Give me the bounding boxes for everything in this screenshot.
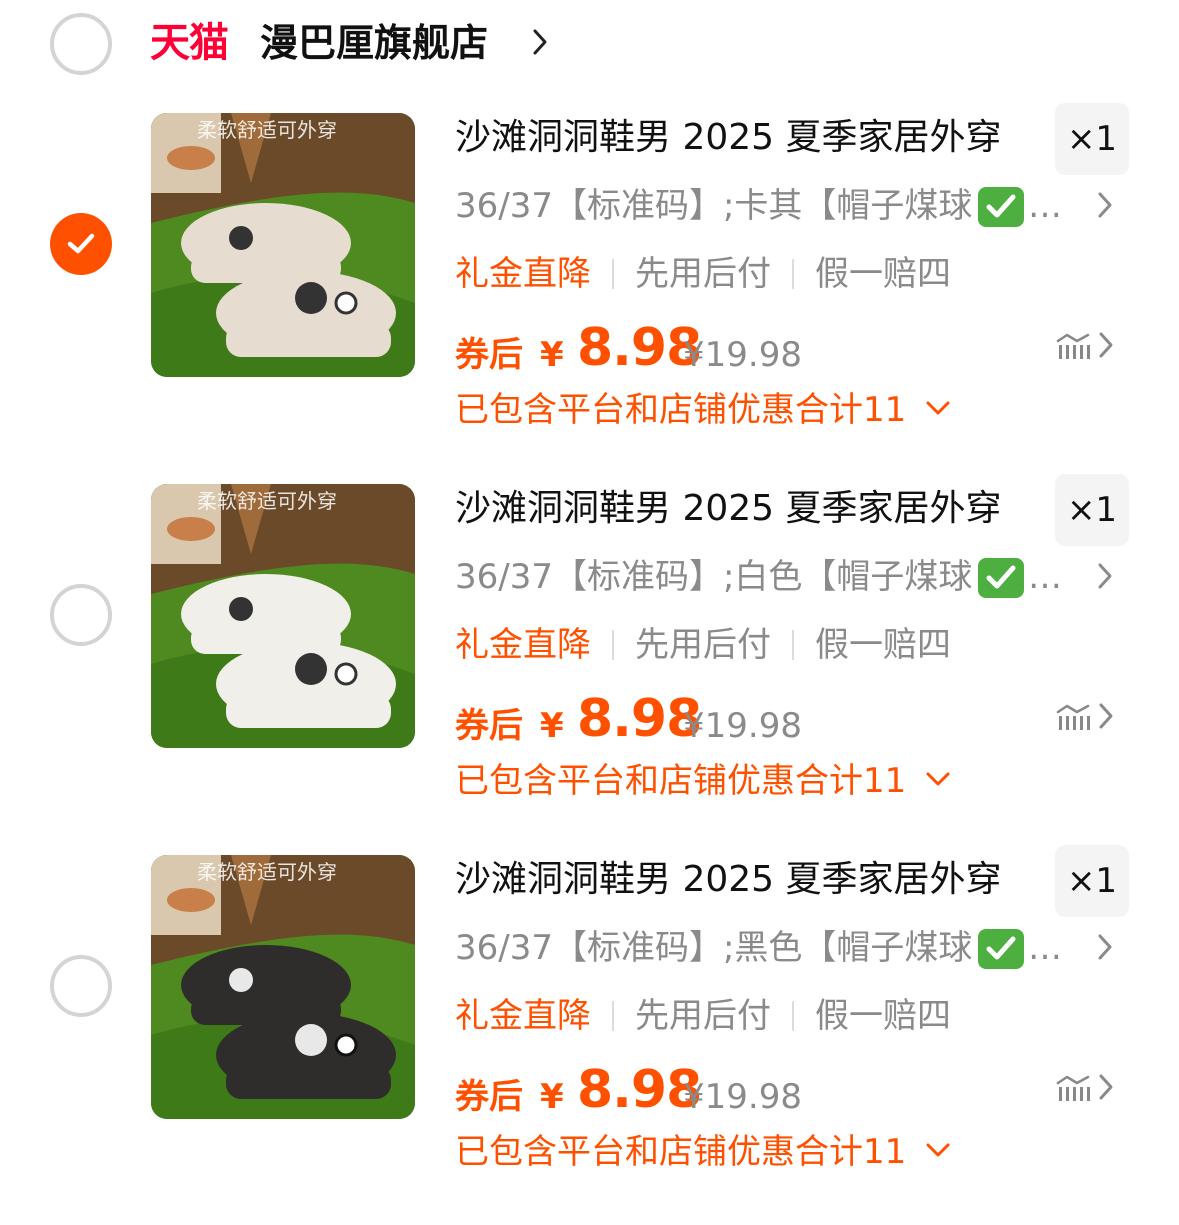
cart-item: 柔软舒适可外穿 沙滩洞洞鞋男 2025 夏季家居外穿 ×1 36/37【标准码】… (0, 103, 1179, 483)
cart-item: 柔软舒适可外穿 沙滩洞洞鞋男 2025 夏季家居外穿 ×1 36/37【标准码】… (0, 845, 1179, 1225)
original-price: ¥19.98 (683, 335, 802, 375)
tmall-logo: 天猫 (150, 20, 229, 66)
item-select-radio[interactable] (50, 584, 112, 646)
image-caption: 柔软舒适可外穿 (197, 118, 337, 142)
service-tags: 礼金直降 先用后付 假一赔四 (455, 251, 951, 297)
chevron-right-icon[interactable] (1098, 331, 1114, 359)
tag-pay-later: 先用后付 (635, 254, 771, 294)
service-tags: 礼金直降 先用后付 假一赔四 (455, 622, 951, 668)
chevron-right-icon[interactable] (1098, 702, 1114, 730)
tag-divider (792, 1001, 794, 1031)
sku-selector[interactable]: 36/37【标准码】;黑色【帽子煤球 (455, 926, 972, 970)
checkmark-icon (67, 233, 95, 254)
discount-detail-link[interactable]: 已包含平台和店铺优惠合计11 (455, 758, 906, 804)
original-price: ¥19.98 (683, 706, 802, 746)
price-trend-icon[interactable] (1055, 331, 1091, 361)
price-trend-icon[interactable] (1055, 702, 1091, 732)
image-caption: 柔软舒适可外穿 (197, 489, 337, 513)
tag-divider (792, 259, 794, 289)
chevron-down-icon[interactable] (925, 1142, 951, 1158)
currency-symbol: ¥ (540, 335, 564, 375)
chevron-right-icon[interactable] (532, 28, 548, 56)
item-select-radio[interactable] (50, 213, 112, 275)
tag-fake-compensation: 假一赔四 (815, 254, 951, 294)
product-image[interactable]: 柔软舒适可外穿 (151, 855, 415, 1119)
tag-pay-later: 先用后付 (635, 996, 771, 1036)
product-title-link[interactable]: 沙滩洞洞鞋男 2025 夏季家居外穿 (455, 857, 1002, 903)
tag-divider (612, 630, 614, 660)
tag-gift-cash: 礼金直降 (455, 625, 591, 665)
check-emoji-icon (978, 187, 1024, 227)
original-price: ¥19.98 (683, 1077, 802, 1117)
chevron-right-icon[interactable] (1097, 562, 1113, 590)
sku-ellipsis: … (1028, 186, 1062, 226)
check-emoji-icon (978, 929, 1024, 969)
shoe-bottom-sole (226, 694, 391, 728)
service-tags: 礼金直降 先用后付 假一赔四 (455, 993, 951, 1039)
image-caption: 柔软舒适可外穿 (197, 860, 337, 884)
sku-ellipsis: … (1028, 557, 1062, 597)
tag-gift-cash: 礼金直降 (455, 254, 591, 294)
chevron-right-icon[interactable] (1097, 191, 1113, 219)
sku-selector[interactable]: 36/37【标准码】;白色【帽子煤球 (455, 555, 972, 599)
cart-item: 柔软舒适可外穿 沙滩洞洞鞋男 2025 夏季家居外穿 ×1 36/37【标准码】… (0, 474, 1179, 854)
store-name-link[interactable]: 漫巴厘旗舰店 (260, 17, 488, 69)
tag-fake-compensation: 假一赔四 (815, 625, 951, 665)
quantity-button[interactable]: ×1 (1055, 474, 1129, 546)
shoe-bottom-sole (226, 1065, 391, 1099)
tag-pay-later: 先用后付 (635, 625, 771, 665)
sku-selector[interactable]: 36/37【标准码】;卡其【帽子煤球 (455, 184, 972, 228)
product-title-link[interactable]: 沙滩洞洞鞋男 2025 夏季家居外穿 (455, 486, 1002, 532)
chevron-down-icon[interactable] (925, 400, 951, 416)
chevron-down-icon[interactable] (925, 771, 951, 787)
product-title-link[interactable]: 沙滩洞洞鞋男 2025 夏季家居外穿 (455, 115, 1002, 161)
currency-symbol: ¥ (540, 706, 564, 746)
tag-divider (792, 630, 794, 660)
price-label: 券后 (455, 706, 523, 746)
check-emoji-icon (978, 558, 1024, 598)
quantity-button[interactable]: ×1 (1055, 103, 1129, 175)
tag-gift-cash: 礼金直降 (455, 996, 591, 1036)
tag-divider (612, 1001, 614, 1031)
currency-symbol: ¥ (540, 1077, 564, 1117)
product-image[interactable]: 柔软舒适可外穿 (151, 484, 415, 748)
tag-divider (612, 259, 614, 289)
store-select-radio[interactable] (50, 13, 112, 75)
price-label: 券后 (455, 335, 523, 375)
tag-fake-compensation: 假一赔四 (815, 996, 951, 1036)
chevron-right-icon[interactable] (1097, 933, 1113, 961)
product-image[interactable]: 柔软舒适可外穿 (151, 113, 415, 377)
price-label: 券后 (455, 1077, 523, 1117)
discount-detail-link[interactable]: 已包含平台和店铺优惠合计11 (455, 1129, 906, 1175)
chevron-right-icon[interactable] (1098, 1073, 1114, 1101)
item-select-radio[interactable] (50, 955, 112, 1017)
discount-detail-link[interactable]: 已包含平台和店铺优惠合计11 (455, 387, 906, 433)
quantity-button[interactable]: ×1 (1055, 845, 1129, 917)
shoe-bottom-sole (226, 323, 391, 357)
price-trend-icon[interactable] (1055, 1073, 1091, 1103)
store-header: 天猫 漫巴厘旗舰店 (0, 0, 1179, 90)
sku-ellipsis: … (1028, 928, 1062, 968)
